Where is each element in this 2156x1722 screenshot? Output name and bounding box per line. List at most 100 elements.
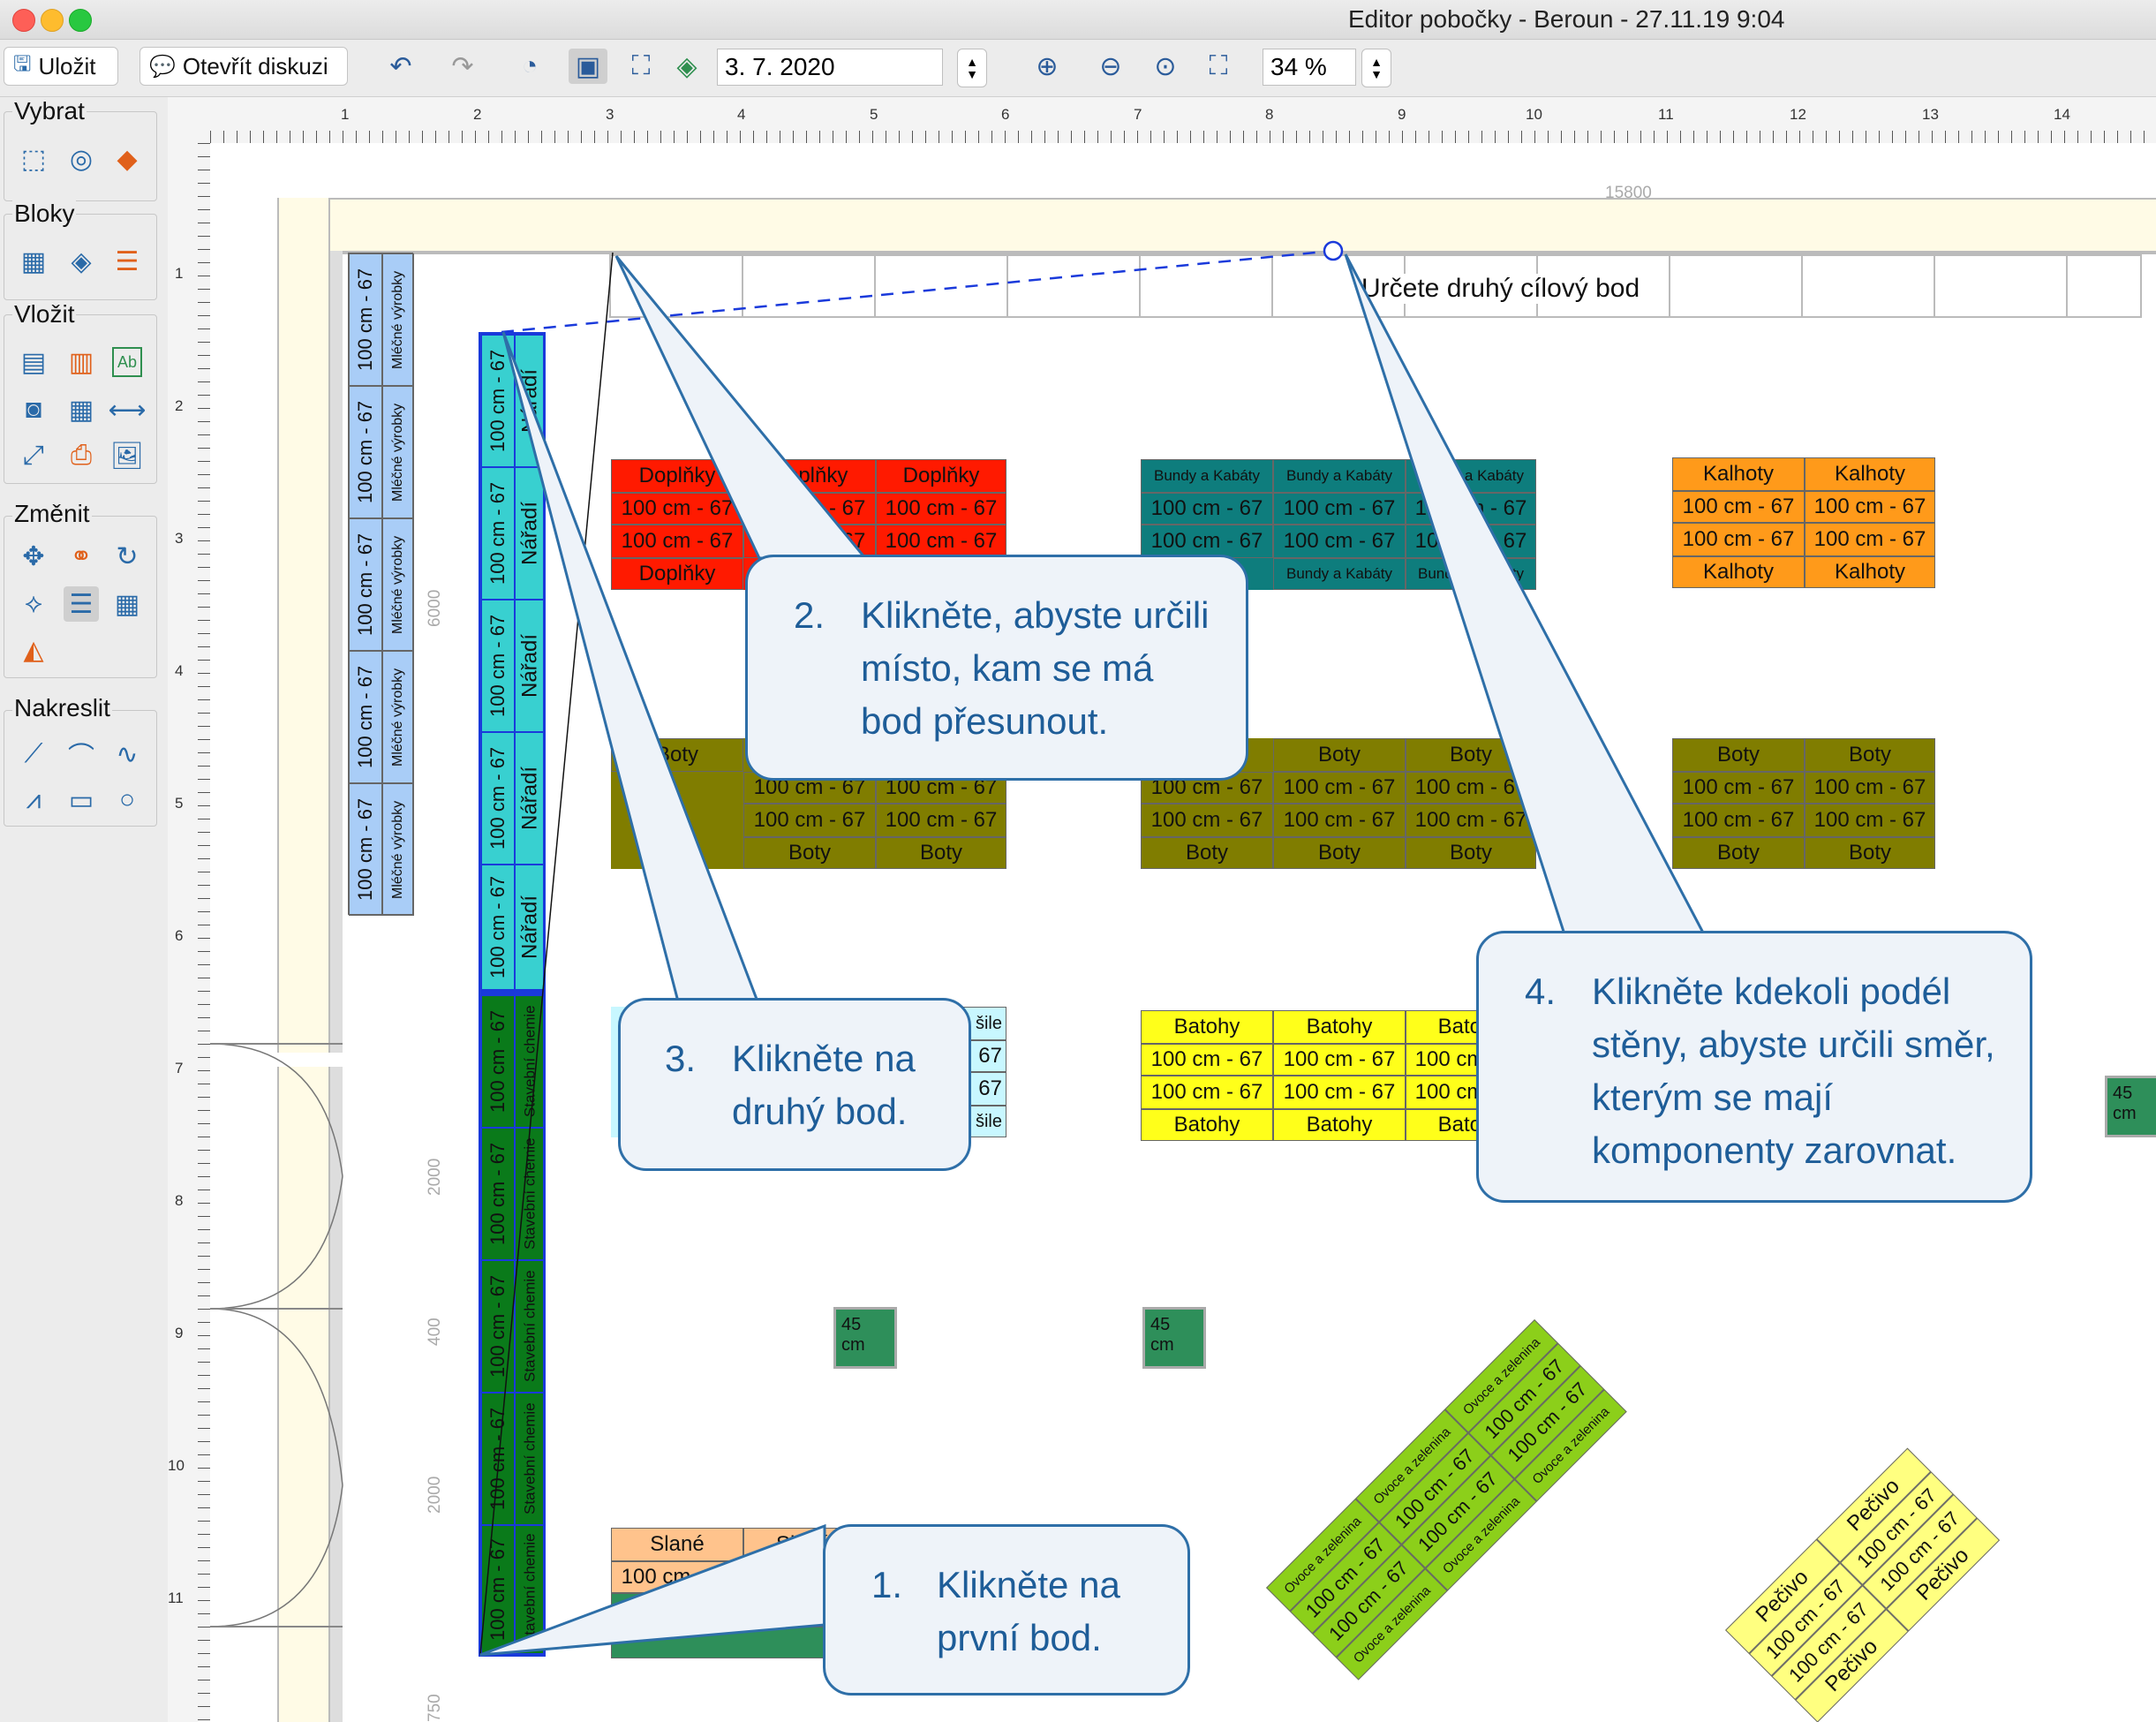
move-icon[interactable]: ✥ (16, 539, 51, 574)
insert-dimension-icon[interactable]: ⟷ (109, 392, 147, 427)
fruit-veg-shelf[interactable]: Ovoce a zelenina Ovoce a zelenina Ovoce … (1266, 1318, 1627, 1680)
shelf-size: 100 cm - 67 (481, 335, 515, 467)
small-unit[interactable]: 45 cm (2105, 1076, 2156, 1137)
shelf-size: 100 cm - 67 (349, 783, 382, 916)
grid-toggle-icon[interactable]: ▣ (569, 49, 607, 84)
shelf-label: Boty (876, 837, 1006, 869)
open-discussion-button[interactable]: 💬 Otevřít diskuzi (139, 47, 348, 86)
measure-angle-icon[interactable]: ◔ (510, 49, 549, 84)
rotate-icon[interactable]: ↻ (109, 539, 145, 574)
select-layer-icon[interactable]: ◆ (109, 141, 145, 177)
redo-icon[interactable]: ↷ (443, 49, 482, 84)
shelf-size: 100 cm - 67 (1805, 491, 1935, 523)
height-dimension: 2000 (426, 1476, 444, 1514)
shelf-label: Kalhoty (1805, 457, 1935, 491)
insert-camera-icon[interactable]: ◙ (16, 392, 51, 427)
draw-arc-icon[interactable]: ⌒ (64, 736, 99, 772)
insert-text-icon[interactable]: Ab (112, 347, 142, 377)
draw-line-icon[interactable]: ⟋ (16, 736, 51, 772)
bakery-shelf[interactable]: Pečivo Pečivo 100 cm - 67 100 cm - 67 10… (1725, 1447, 2001, 1722)
date-stepper[interactable]: ▲ ▼ (957, 49, 987, 87)
height-dimension: 400 (426, 1318, 444, 1346)
shoes-shelf-right[interactable]: Boty Boty 100 cm - 67 100 cm - 67 100 cm… (1672, 738, 1935, 869)
small-unit[interactable]: 45 cm (1142, 1307, 1206, 1369)
shelf-size: 100 cm - 67 (1273, 804, 1406, 837)
zoom-all-icon[interactable]: ⛶ (1199, 49, 1238, 84)
shelf-size: 100 cm - 67 (349, 386, 382, 518)
select-rectangle-icon[interactable]: ⬚ (16, 141, 51, 177)
draw-rectangle-icon[interactable]: ▭ (64, 782, 99, 818)
shelf-label: Boty (611, 738, 743, 772)
insert-pdf-icon[interactable]: ⎙ (64, 438, 99, 473)
callout-step-4: 4. Klikněte kdekoli podél stěny, abyste … (1476, 931, 2032, 1203)
insert-rack-icon[interactable]: ▥ (64, 344, 99, 380)
draw-polyline-icon[interactable]: ⩘ (16, 782, 51, 818)
tool-palette: Vybrat ⬚ ◎ ◆ Bloky ▦ ◈ ☰ Vložit ▤ ▥ Ab ◙… (0, 97, 162, 1722)
duplicate-icon[interactable]: ⚭ (64, 539, 99, 574)
shelf-size: 100 cm - 67 (481, 467, 515, 600)
zoom-in-icon[interactable]: ⊕ (1028, 49, 1067, 84)
ruler-label: 3 (606, 106, 614, 123)
mirror-icon[interactable]: ◭ (16, 632, 51, 668)
shelf-size: 100 cm - 67 (1805, 804, 1935, 837)
construction-chemistry-shelf[interactable]: 100 cm - 67 Stavební chemie 100 cm - 67 … (479, 993, 546, 1657)
shelf-size: 100 cm - 67 (349, 518, 382, 651)
zoom-fit-icon[interactable]: ⊙ (1146, 49, 1185, 84)
zoom-window-button[interactable] (69, 9, 92, 32)
zoom-stepper[interactable]: ▲ ▼ (1361, 49, 1391, 87)
layers-icon[interactable]: ◈ (667, 49, 706, 84)
callout-text: Klikněte kdekoli podél stěny, abyste urč… (1592, 971, 1995, 1171)
transform-icon[interactable]: ⟡ (16, 586, 51, 622)
save-button[interactable]: 🖫 Uložit (4, 47, 118, 86)
shelf-size: 100 cm - 67 (1406, 493, 1536, 525)
shelf-size: 100 cm - 67 (1273, 772, 1406, 804)
shelf-label: Slané (611, 1528, 743, 1561)
ruler-label: 12 (1790, 106, 1806, 123)
small-unit[interactable]: 45 cm (833, 1307, 897, 1369)
ruler-label: 9 (175, 1325, 184, 1341)
dairy-shelf[interactable]: 100 cm - 67 Mléčné výrobky 100 cm - 67 M… (348, 253, 414, 916)
shelf-size: 100 cm - 67 (743, 525, 876, 558)
shelf-size: 100 cm - 67 (1273, 1076, 1406, 1109)
distribute-icon[interactable]: ▦ (109, 586, 145, 622)
shelf-label: Stavební chemie (515, 1260, 546, 1393)
shelf-size: 100 cm - 67 (481, 732, 515, 865)
block-create-icon[interactable]: ▦ (16, 244, 51, 279)
zoom-field[interactable]: 34 % (1263, 49, 1356, 86)
shelf-label: Nářadí (515, 335, 546, 467)
shelf-label: Boty (1406, 738, 1536, 772)
minimize-window-button[interactable] (41, 9, 64, 32)
undo-icon[interactable]: ↶ (381, 49, 420, 84)
ruler-label: 6 (175, 927, 184, 944)
callout-text: Klikněte na první bod. (937, 1564, 1120, 1658)
align-icon[interactable]: ☰ (64, 586, 99, 622)
block-list-icon[interactable]: ☰ (109, 244, 145, 279)
shelf-size: 100 cm - 67 (611, 525, 743, 558)
open-discussion-label: Otevřít diskuzi (182, 52, 328, 79)
insert-shelf-icon[interactable]: ▤ (16, 344, 51, 380)
snap-select-icon[interactable]: ⛶ (622, 49, 660, 84)
shelf-label: Nářadí (515, 467, 546, 600)
insert-image-icon[interactable]: 🖼 (109, 438, 145, 473)
zoom-out-icon[interactable]: ⊖ (1091, 49, 1130, 84)
draw-circle-icon[interactable]: ○ (109, 782, 145, 818)
insert-calculator-icon[interactable]: ▦ (64, 392, 99, 427)
ruler-label: 8 (1265, 106, 1274, 123)
insert-line-icon[interactable]: ⤢ (16, 438, 51, 473)
ruler-label: 7 (175, 1060, 184, 1076)
shelf-size: 100 cm - 67 (611, 493, 743, 525)
salty-snacks-shelf[interactable]: Slané Slané 100 cm - 67 100 cm - 67 100 … (611, 1528, 858, 1658)
shelf-size: 100 cm - 67 (349, 651, 382, 783)
height-dimension: 2000 (426, 1158, 444, 1196)
draw-curve-icon[interactable]: ∿ (109, 736, 145, 772)
close-window-button[interactable] (12, 9, 35, 32)
date-field[interactable]: 3. 7. 2020 (717, 49, 943, 86)
ruler-label: 4 (737, 106, 746, 123)
trousers-shelf[interactable]: Kalhoty Kalhoty 100 cm - 67 100 cm - 67 … (1672, 457, 1935, 588)
block-stack-icon[interactable]: ◈ (64, 244, 99, 279)
select-target-icon[interactable]: ◎ (64, 141, 99, 177)
ruler-label: 6 (1001, 106, 1010, 123)
shelf-label: Nářadí (515, 600, 546, 732)
shelf-label: Doplňky (611, 459, 743, 493)
tools-shelf[interactable]: 100 cm - 67 Nářadí 100 cm - 67 Nářadí 10… (479, 332, 546, 993)
